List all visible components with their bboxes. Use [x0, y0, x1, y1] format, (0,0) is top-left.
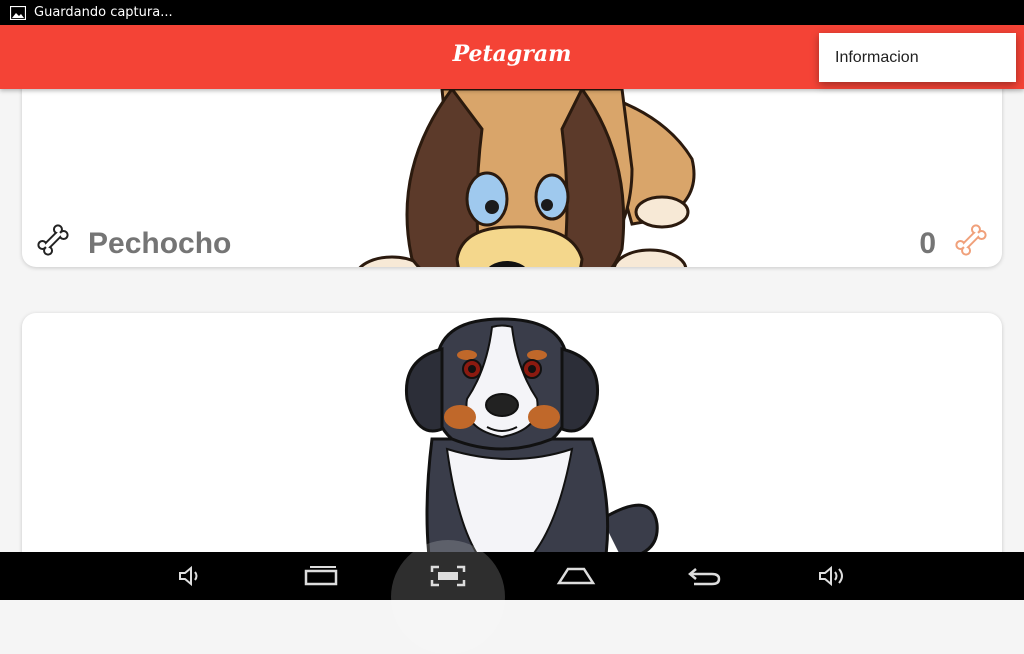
- system-nav-bar: [0, 552, 1024, 600]
- volume-up-icon[interactable]: [812, 552, 852, 600]
- overflow-menu: Informacion: [819, 33, 1016, 82]
- pet-card: Pechocho 0: [22, 89, 1002, 267]
- menu-item-informacion[interactable]: Informacion: [835, 49, 919, 67]
- status-bar: Guardando captura...: [0, 0, 1024, 25]
- pet-photo: [404, 317, 659, 552]
- home-icon[interactable]: [554, 552, 598, 600]
- screenshot-icon[interactable]: [427, 552, 469, 600]
- image-icon: [10, 5, 26, 20]
- recent-apps-icon[interactable]: [300, 552, 342, 600]
- bone-like-icon[interactable]: [36, 223, 70, 261]
- like-count: 0: [919, 227, 936, 260]
- pet-card: [22, 313, 1002, 552]
- pet-name: Pechocho: [88, 227, 232, 260]
- back-icon[interactable]: [684, 552, 724, 600]
- status-notification-text: Guardando captura...: [34, 5, 173, 20]
- pet-list[interactable]: Pechocho 0: [0, 89, 1024, 552]
- bone-rating-icon: [954, 223, 988, 261]
- volume-down-icon[interactable]: [170, 552, 210, 600]
